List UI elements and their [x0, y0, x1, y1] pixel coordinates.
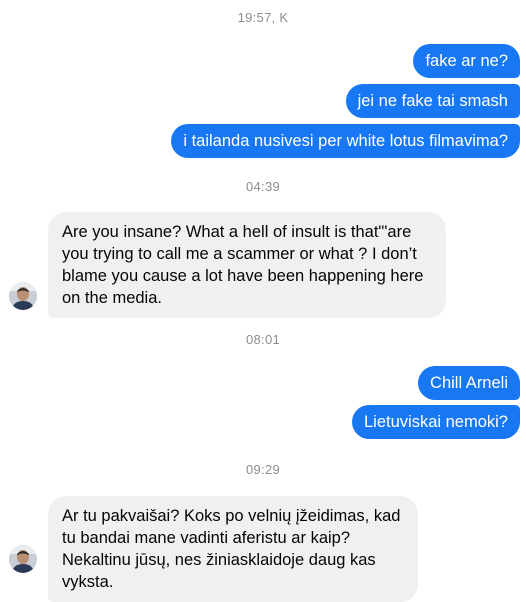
message-bubble-outgoing[interactable]: Chill Arneli — [418, 366, 520, 400]
message-bubble-incoming[interactable]: Are you insane? What a hell of insult is… — [48, 212, 446, 318]
timestamp-divider: 19:57, K — [237, 10, 289, 25]
avatar-image — [9, 545, 37, 573]
timestamp-divider: 09:29 — [245, 462, 281, 477]
message-bubble-incoming[interactable]: Ar tu pakvaišai? Koks po velnių įžeidima… — [48, 496, 418, 602]
contact-avatar-icon[interactable] — [9, 282, 37, 310]
message-bubble-outgoing[interactable]: fake ar ne? — [413, 44, 520, 78]
timestamp-divider: 08:01 — [245, 332, 281, 347]
contact-avatar-icon[interactable] — [9, 545, 37, 573]
avatar-image — [9, 282, 37, 310]
message-bubble-outgoing[interactable]: Lietuviskai nemoki? — [352, 405, 520, 439]
message-bubble-outgoing[interactable]: jei ne fake tai smash — [345, 84, 520, 118]
timestamp-divider: 04:39 — [245, 179, 281, 194]
message-bubble-outgoing[interactable]: i tailanda nusivesi per white lotus film… — [171, 124, 520, 158]
